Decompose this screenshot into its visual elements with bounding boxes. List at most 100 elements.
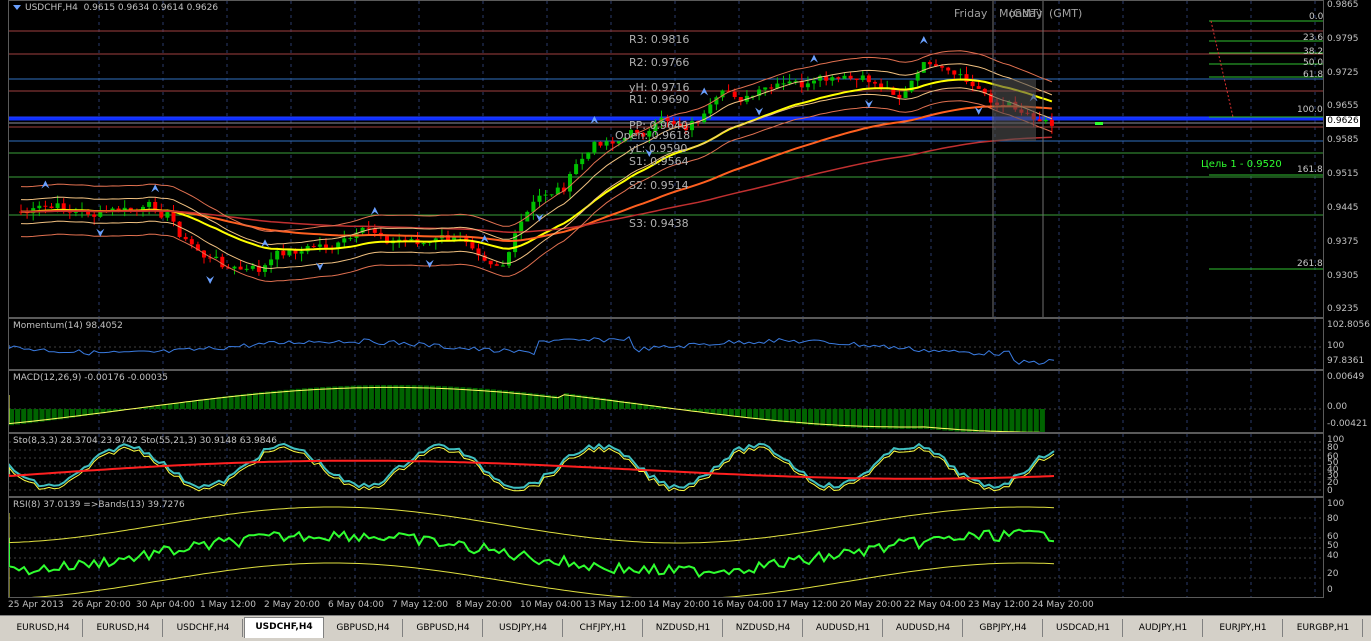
chart-tab[interactable]: GBPUSD,H4 bbox=[324, 619, 403, 637]
candle-body bbox=[275, 251, 279, 260]
macd-histogram-bar bbox=[912, 409, 917, 429]
price-tick: 0.9865 bbox=[1327, 0, 1359, 10]
stoch-signal-line bbox=[9, 447, 1054, 491]
chart-tab[interactable]: EURGBP,H1 bbox=[1284, 619, 1363, 637]
fractal-arrow-icon bbox=[151, 184, 159, 192]
macd-histogram-bar bbox=[802, 409, 807, 424]
chart-tab[interactable]: GBPUSD,H4 bbox=[404, 619, 483, 637]
candle-body bbox=[873, 82, 877, 83]
rsi-pane[interactable]: RSI(8) 37.0139 =>Bands(13) 39.7276 bbox=[8, 497, 1324, 598]
price-tick: 0.9725 bbox=[1327, 68, 1359, 78]
macd-histogram-bar bbox=[759, 409, 764, 420]
price-chart-pane[interactable]: USDCHF,H4 0.9615 0.9634 0.9614 0.9626 Fr… bbox=[8, 0, 1324, 318]
forecast-marker bbox=[1095, 122, 1103, 125]
rsi-tick: 20 bbox=[1327, 569, 1338, 579]
price-tick: 0.9795 bbox=[1327, 34, 1359, 44]
candle-body bbox=[281, 251, 285, 255]
macd-histogram-bar bbox=[497, 390, 502, 409]
candle-body bbox=[763, 87, 767, 89]
rsi-tick: 40 bbox=[1327, 551, 1338, 561]
macd-histogram-bar bbox=[351, 386, 356, 409]
band-inner-lower bbox=[21, 88, 1052, 269]
macd-histogram-bar bbox=[814, 409, 819, 425]
candle-body bbox=[599, 142, 603, 146]
candle-body bbox=[220, 257, 224, 267]
time-tick: 23 May 12:00 bbox=[968, 600, 1030, 610]
stochastic-pane[interactable]: Sto(8,3,3) 28.3704 23.9742 Sto(55,21,3) … bbox=[8, 433, 1324, 497]
chart-tab[interactable]: AUDUSD,H4 bbox=[884, 619, 963, 637]
macd-histogram-bar bbox=[924, 409, 929, 429]
target-label: Цель 1 - 0.9520 bbox=[1201, 159, 1282, 170]
candle-body bbox=[178, 222, 182, 237]
price-tick: 0.9585 bbox=[1327, 135, 1359, 145]
candle-body bbox=[568, 174, 572, 191]
macd-histogram-bar bbox=[424, 386, 429, 409]
chart-tab[interactable]: USDCAD,H1 bbox=[1044, 619, 1123, 637]
pivot-r1: R1: 0.9690 bbox=[629, 93, 689, 106]
candle-body bbox=[958, 74, 962, 75]
macd-histogram-bar bbox=[747, 409, 752, 419]
macd-histogram-bar bbox=[796, 409, 801, 424]
candle-body bbox=[214, 257, 218, 258]
macd-histogram-bar bbox=[820, 409, 825, 426]
time-tick: 25 Apr 2013 bbox=[8, 600, 64, 610]
candle-body bbox=[812, 81, 816, 84]
chart-tab[interactable]: GBPJPY,H4 bbox=[964, 619, 1043, 637]
macd-histogram-bar bbox=[833, 409, 838, 427]
time-tick: 24 May 20:00 bbox=[1032, 600, 1094, 610]
chart-tab[interactable]: AUDJPY,H1 bbox=[1124, 619, 1203, 637]
candle-body bbox=[147, 202, 151, 207]
chart-tab[interactable]: USDCHF,H4 bbox=[244, 617, 324, 638]
chart-tab[interactable]: EURJPY,H1 bbox=[1204, 619, 1283, 637]
macd-histogram-bar bbox=[851, 409, 856, 428]
macd-histogram-bar bbox=[326, 387, 331, 409]
macd-histogram-bar bbox=[296, 389, 301, 409]
candle-body bbox=[172, 212, 176, 222]
momentum-tick: 102.8056 bbox=[1327, 320, 1370, 330]
candle-body bbox=[952, 70, 956, 74]
session-label-friday: Friday bbox=[954, 7, 987, 20]
candle-body bbox=[470, 242, 474, 248]
macd-histogram-bar bbox=[448, 386, 453, 409]
macd-histogram-bar bbox=[308, 388, 313, 409]
price-tick: 0.9305 bbox=[1327, 271, 1359, 281]
macd-histogram-bar bbox=[454, 387, 459, 409]
candle-body bbox=[904, 91, 908, 98]
chart-tab[interactable]: EURUSD,H4 bbox=[4, 619, 83, 637]
chart-tab[interactable]: USDCHF,H4 bbox=[164, 619, 243, 637]
chart-tab[interactable]: NZDUSD,H1 bbox=[644, 619, 723, 637]
macd-histogram-bar bbox=[485, 389, 490, 409]
rsi-label: RSI(8) 37.0139 =>Bands(13) 39.7276 bbox=[13, 500, 185, 510]
macd-histogram-bar bbox=[991, 409, 996, 433]
chart-tab[interactable]: USDJPY,H4 bbox=[484, 619, 563, 637]
chart-tab[interactable]: AUDUSD,H1 bbox=[804, 619, 883, 637]
candle-body bbox=[495, 264, 499, 265]
chart-tab[interactable]: CHFJPY,H1 bbox=[564, 619, 643, 637]
fib-label-38: 38.2 bbox=[1303, 47, 1323, 57]
candle-body bbox=[946, 68, 950, 71]
candle-body bbox=[928, 62, 932, 64]
momentum-pane[interactable]: Momentum(14) 98.4052 bbox=[8, 318, 1324, 370]
macd-pane[interactable]: MACD(12,26,9) -0.00176 -0.00035 bbox=[8, 370, 1324, 433]
macd-histogram-bar bbox=[985, 409, 990, 433]
candle-body bbox=[855, 79, 859, 80]
fractal-arrow-icon bbox=[810, 55, 818, 63]
candle-body bbox=[184, 237, 188, 239]
time-tick: 22 May 04:00 bbox=[904, 600, 966, 610]
fib-label-50: 50.0 bbox=[1303, 58, 1323, 68]
fib-label-261: 261.8 bbox=[1297, 259, 1323, 269]
price-scale: 0.9865 0.9795 0.9725 0.9655 0.9585 0.951… bbox=[1325, 0, 1371, 318]
stoch-tick: 0 bbox=[1327, 486, 1333, 496]
macd-histogram-bar bbox=[229, 396, 234, 409]
candle-body bbox=[233, 267, 237, 269]
chart-tab[interactable]: EURUSD,H4 bbox=[84, 619, 163, 637]
stochastic-scale: 100 80 60 50 40 30 20 0 bbox=[1325, 433, 1371, 497]
candle-body bbox=[586, 152, 590, 158]
chart-tab[interactable]: NZDUSD,H4 bbox=[724, 619, 803, 637]
candle-body bbox=[916, 73, 920, 81]
pivot-r2: R2: 0.9766 bbox=[629, 56, 689, 69]
macd-histogram-bar bbox=[784, 409, 789, 423]
macd-histogram-bar bbox=[332, 386, 337, 409]
macd-histogram-bar bbox=[1003, 409, 1008, 433]
candle-body bbox=[830, 77, 834, 80]
